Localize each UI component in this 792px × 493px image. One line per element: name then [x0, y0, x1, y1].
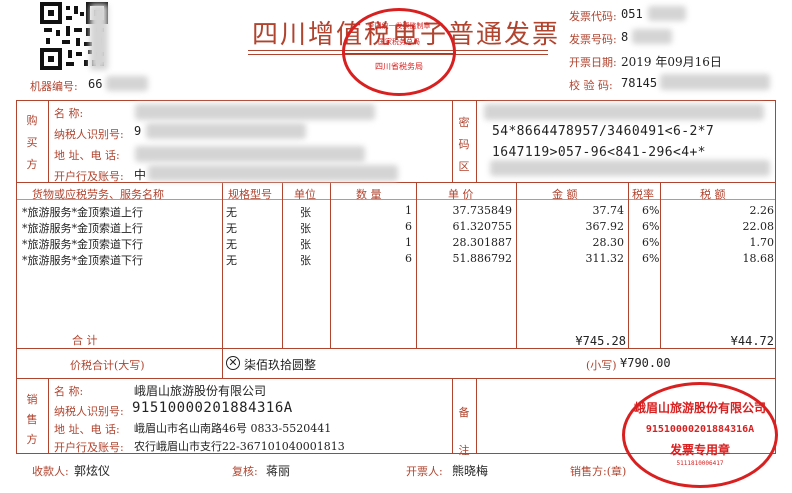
invoice-number: 8 [621, 30, 629, 44]
invoice-number-label: 发票号码: [569, 33, 617, 46]
seller-bank-label: 开户行及账号: [54, 441, 124, 454]
check-code-label: 校 验 码: [569, 79, 613, 92]
total-amount: ¥745.28 [575, 334, 626, 348]
seller-name: 峨眉山旅游股份有限公司 [134, 384, 267, 398]
reviewer: 蒋丽 [266, 464, 291, 478]
buyer-taxid-label: 纳税人识别号: [54, 128, 124, 141]
cipher-line-1: 54*8664478957/3460491<6-2*7 [492, 124, 715, 139]
issuer: 熊晓梅 [452, 464, 489, 478]
buyer-address-label: 地 址、电 话: [54, 149, 120, 162]
col-header-tax: 税 额 [700, 188, 726, 201]
buyer-taxid: 9 [134, 124, 142, 138]
grand-total-words: 柒佰玖拾圆整 [244, 358, 317, 372]
cipher-line-2: 1647119>057-96<841-296<4+* [492, 145, 706, 160]
col-header-rate: 税率 [632, 188, 654, 201]
grand-total-small-label: (小写) [586, 359, 617, 372]
col-header-amount: 金 额 [552, 188, 578, 201]
cross-circle-icon: ✕ [226, 356, 240, 370]
seller-name-label: 名 称: [54, 385, 84, 398]
invoice-code: 051 [621, 7, 643, 21]
remarks-section-label: 备注 [458, 406, 470, 457]
cipher-section-label: 密码区 [458, 116, 470, 173]
seller-bank: 农行峨眉山市支行22-367101040001813 [134, 440, 345, 453]
reviewer-label: 复核: [232, 465, 258, 478]
payee: 郭炫仪 [74, 464, 111, 478]
check-code: 78145 [621, 76, 658, 90]
machine-number-label: 机器编号: [30, 80, 78, 93]
seller-stamp-label: 销售方:(章) [570, 465, 627, 478]
issue-date-label: 开票日期: [569, 56, 617, 69]
grand-total-small-value: ¥790.00 [620, 356, 671, 370]
seller-section-label: 销售方 [26, 393, 38, 446]
issue-date: 2019 年09月16日 [621, 55, 722, 69]
buyer-bank-label: 开户行及账号: [54, 170, 124, 183]
grand-total-label: 价税合计(大写) [70, 359, 145, 372]
seller-address: 峨眉山市名山南路46号 0833-5520441 [134, 422, 332, 435]
col-header-unit: 单位 [294, 188, 316, 201]
buyer-name-label: 名 称: [54, 107, 84, 120]
machine-number: 66 [88, 77, 103, 91]
seller-invoice-seal: 峨眉山旅游股份有限公司 91510000201884316A 发票专用章 511… [622, 382, 778, 488]
total-label: 合 计 [72, 334, 98, 347]
col-header-name: 货物或应税劳务、服务名称 [32, 188, 164, 201]
seller-taxid-label: 纳税人识别号: [54, 405, 124, 418]
buyer-bank: 中 [134, 168, 147, 182]
col-header-qty: 数 量 [356, 188, 382, 201]
seller-address-label: 地 址、电 话: [54, 423, 120, 436]
tax-bureau-seal: 全国统一发票监制章 国家税务总局 四川省税务局 [342, 8, 456, 96]
payee-label: 收款人: [32, 465, 69, 478]
col-header-spec: 规格型号 [228, 188, 272, 201]
col-header-price: 单 价 [448, 188, 474, 201]
buyer-section-label: 购买方 [26, 114, 38, 171]
issuer-label: 开票人: [406, 465, 443, 478]
total-tax: ¥44.72 [730, 334, 774, 348]
seller-taxid: 91510000201884316A [132, 400, 293, 416]
invoice-code-label: 发票代码: [569, 10, 617, 23]
